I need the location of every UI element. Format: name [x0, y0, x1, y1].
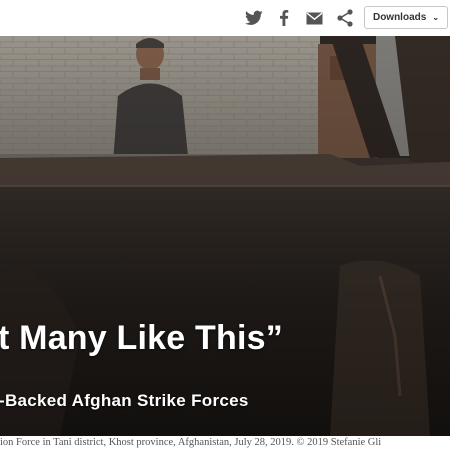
downloads-label: Downloads — [372, 12, 427, 23]
twitter-icon — [245, 10, 263, 25]
hero-image — [0, 36, 450, 436]
hero-photo: t Many Like This” -Backed Afghan Strike … — [0, 36, 450, 436]
twitter-share-button[interactable] — [242, 6, 266, 30]
facebook-icon — [280, 10, 289, 26]
facebook-share-button[interactable] — [272, 6, 296, 30]
email-icon — [306, 12, 322, 24]
email-share-button[interactable] — [302, 6, 326, 30]
page-title: t Many Like This” — [0, 319, 283, 357]
downloads-dropdown[interactable]: Downloads ⌄ — [364, 6, 448, 29]
photo-caption: ion Force in Tani district, Khost provin… — [0, 437, 382, 448]
chevron-down-icon: ⌄ — [432, 12, 440, 22]
share-icon — [337, 9, 353, 27]
page-subtitle: -Backed Afghan Strike Forces — [0, 391, 249, 410]
more-share-button[interactable] — [333, 6, 357, 30]
top-toolbar: Downloads ⌄ — [0, 0, 450, 36]
